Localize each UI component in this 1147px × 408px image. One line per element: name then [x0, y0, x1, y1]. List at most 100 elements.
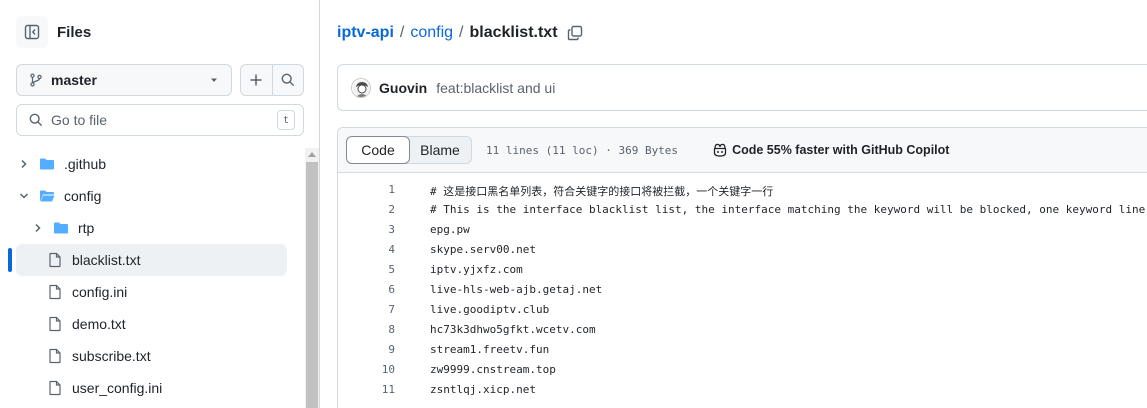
copilot-promo-link[interactable]: Code 55% faster with GitHub Copilot — [712, 142, 949, 158]
plus-icon — [250, 74, 262, 86]
line-number[interactable]: 2 — [338, 203, 395, 216]
tree-item[interactable]: user_config.ini — [0, 372, 300, 404]
file-icon — [49, 284, 61, 300]
latest-commit-bar: Guovin feat:blacklist and ui — [337, 64, 1147, 111]
tree-item[interactable]: demo.txt — [0, 308, 300, 340]
code-content: 1 # 这是接口黑名单列表，符合关键字的接口将被拦截，一个关键字一行 2 # This… — [338, 180, 1147, 400]
tab-blame[interactable]: Blame — [409, 137, 471, 163]
tree-item-label: demo.txt — [72, 316, 126, 332]
line-content: # This is the interface blacklist list, … — [430, 203, 1146, 216]
commit-message[interactable]: feat:blacklist and ui — [436, 80, 555, 96]
line-content: epg.pw — [430, 223, 470, 236]
branch-row: master — [16, 64, 304, 96]
tab-code[interactable]: Code — [346, 136, 410, 164]
line-content: live.goodiptv.club — [430, 303, 550, 316]
line-number[interactable]: 5 — [338, 263, 395, 276]
file-icon — [49, 316, 61, 332]
active-item-indicator — [8, 248, 12, 272]
line-number[interactable]: 4 — [338, 243, 395, 256]
tree-item-label: blacklist.txt — [72, 252, 141, 268]
sidebar-header: Files — [16, 16, 91, 48]
line-number[interactable]: 8 — [338, 323, 395, 336]
copy-path-button[interactable] — [566, 24, 584, 42]
breadcrumb-repo-link[interactable]: iptv-api — [337, 24, 394, 42]
code-line: 3 epg.pw — [338, 220, 1147, 240]
folder-open-icon — [40, 190, 55, 202]
file-header: Code Blame 11 lines (11 loc) · 369 Bytes… — [338, 128, 1147, 173]
copy-icon — [567, 25, 582, 41]
folder-icon — [40, 158, 54, 170]
add-file-button[interactable] — [241, 65, 272, 95]
line-content: # 这是接口黑名单列表，符合关键字的接口将被拦截，一个关键字一行 — [430, 185, 774, 198]
file-stats: 11 lines (11 loc) · 369 Bytes — [486, 143, 679, 157]
code-line: 6 live-hls-web-ajb.getaj.net — [338, 280, 1147, 300]
copilot-icon — [713, 143, 727, 157]
tree-item[interactable]: config — [0, 180, 300, 212]
sidebar-collapse-icon — [24, 24, 40, 40]
line-number[interactable]: 9 — [338, 343, 395, 356]
search-files-button[interactable] — [271, 65, 303, 95]
breadcrumb: iptv-api / config / blacklist.txt — [337, 22, 584, 44]
breadcrumb-folder-link[interactable]: config — [410, 24, 453, 42]
code-line: 11 zsntlqj.xicp.net — [338, 380, 1147, 400]
line-content: live-hls-web-ajb.getaj.net — [430, 283, 603, 296]
breadcrumb-separator: / — [459, 24, 464, 41]
collapse-sidebar-button[interactable] — [16, 16, 48, 48]
code-line: 8 hc73k3dhwo5gfkt.wcetv.com — [338, 320, 1147, 340]
go-to-file-input[interactable]: Go to file t — [16, 104, 304, 136]
code-line: 4 skype.serv00.net — [338, 240, 1147, 260]
tree-item[interactable]: subscribe.txt — [0, 340, 300, 372]
search-icon — [29, 113, 43, 127]
user-avatar-icon — [353, 79, 370, 97]
line-content: stream1.freetv.fun — [430, 343, 550, 356]
chevron-right-icon[interactable] — [32, 222, 44, 234]
file-icon — [49, 380, 61, 396]
line-number[interactable]: 1 — [338, 183, 395, 196]
scroll-up-arrow[interactable] — [308, 152, 316, 157]
keyboard-shortcut-hint: t — [277, 110, 295, 130]
file-icon — [49, 252, 61, 268]
sidebar-title: Files — [57, 23, 92, 41]
line-content: zsntlqj.xicp.net — [430, 383, 536, 396]
commit-author[interactable]: Guovin — [379, 80, 427, 96]
code-line: 10 zw9999.cnstream.top — [338, 360, 1147, 380]
file-icon — [49, 348, 61, 364]
tree-item-label: subscribe.txt — [72, 348, 151, 364]
file-tree: .github config rtp blacklist.txt config.ini d… — [0, 148, 300, 404]
code-line: 7 live.goodiptv.club — [338, 300, 1147, 320]
tree-item-label: rtp — [78, 220, 95, 236]
tree-item[interactable]: blacklist.txt — [0, 244, 300, 276]
line-number[interactable]: 3 — [338, 223, 395, 236]
code-line: 1 # 这是接口黑名单列表，符合关键字的接口将被拦截，一个关键字一行 — [338, 180, 1147, 200]
line-number[interactable]: 6 — [338, 283, 395, 296]
avatar[interactable] — [351, 77, 371, 98]
file-tree-sidebar: Files master Go to file t .github config… — [0, 0, 320, 408]
copilot-promo-text: Code 55% faster with GitHub Copilot — [732, 143, 950, 157]
code-line: 9 stream1.freetv.fun — [338, 340, 1147, 360]
line-content: zw9999.cnstream.top — [430, 363, 556, 376]
tree-item[interactable]: .github — [0, 148, 300, 180]
chevron-right-icon[interactable] — [18, 158, 30, 170]
line-content: hc73k3dhwo5gfkt.wcetv.com — [430, 323, 596, 336]
tree-item-label: .github — [64, 156, 107, 172]
code-line: 2 # This is the interface blacklist list,… — [338, 200, 1147, 220]
line-number[interactable]: 10 — [338, 363, 395, 376]
go-to-file-placeholder: Go to file — [51, 112, 108, 128]
folder-icon — [54, 222, 68, 234]
tree-item-label: user_config.ini — [72, 380, 163, 396]
triangle-down-icon — [211, 78, 217, 82]
git-branch-icon — [30, 73, 42, 87]
code-line: 5 iptv.yjxfz.com — [338, 260, 1147, 280]
line-content: iptv.yjxfz.com — [430, 263, 523, 276]
file-viewer: Code Blame 11 lines (11 loc) · 369 Bytes… — [337, 127, 1147, 408]
view-mode-toggle: Code Blame — [346, 136, 472, 164]
tree-scrollbar-thumb[interactable] — [306, 162, 318, 408]
tree-item[interactable]: config.ini — [0, 276, 300, 308]
line-number[interactable]: 11 — [338, 383, 395, 396]
tree-item[interactable]: rtp — [0, 212, 300, 244]
chevron-down-icon[interactable] — [18, 190, 30, 202]
branch-selector[interactable]: master — [16, 64, 232, 96]
line-number[interactable]: 7 — [338, 303, 395, 316]
breadcrumb-current-file: blacklist.txt — [469, 24, 558, 41]
tree-item-label: config.ini — [72, 284, 128, 300]
